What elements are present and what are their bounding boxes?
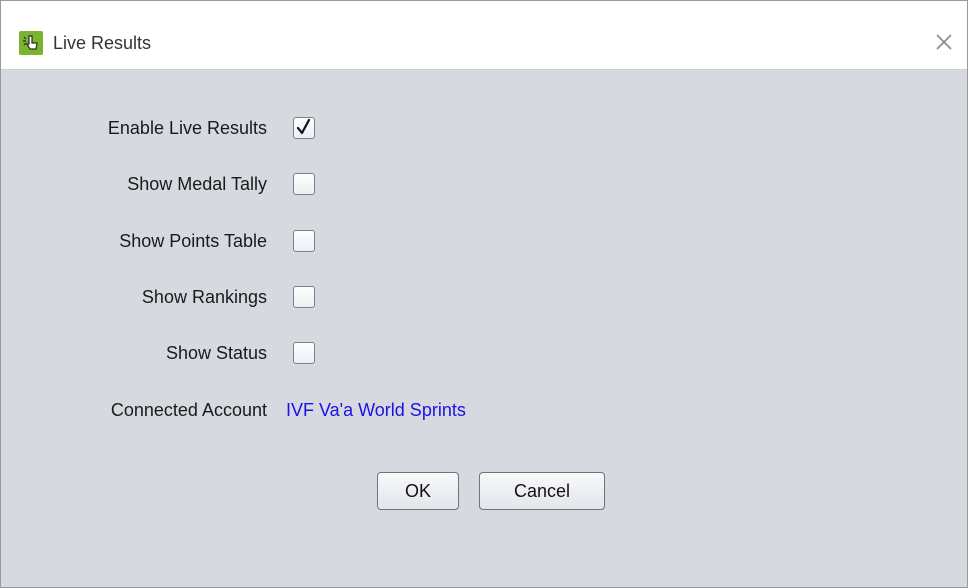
connected-account-label: Connected Account bbox=[110, 400, 267, 420]
ok-button[interactable]: OK bbox=[377, 472, 459, 510]
live-results-app-icon bbox=[19, 31, 43, 55]
close-icon[interactable] bbox=[931, 29, 957, 55]
dialog-content: Enable Live Results Show Medal Tally Sho… bbox=[1, 70, 967, 587]
checkbox-show-medal-tally[interactable] bbox=[293, 173, 315, 195]
checkbox-show-rankings[interactable] bbox=[293, 286, 315, 308]
cancel-button[interactable]: Cancel bbox=[479, 472, 605, 510]
checkbox-show-points-table[interactable] bbox=[293, 230, 315, 252]
live-results-dialog: Live Results Enable Live Results Show Me… bbox=[0, 0, 968, 588]
option-label-show-medal-tally: Show Medal Tally bbox=[127, 174, 267, 194]
checkbox-enable-live-results[interactable] bbox=[293, 117, 315, 139]
option-label-show-status: Show Status bbox=[165, 343, 267, 363]
option-label-show-points-table: Show Points Table bbox=[119, 231, 267, 251]
title-bar: Live Results bbox=[1, 1, 967, 70]
window-title: Live Results bbox=[53, 33, 152, 53]
checkbox-show-status[interactable] bbox=[293, 342, 315, 364]
option-label-enable-live-results: Enable Live Results bbox=[107, 118, 267, 138]
option-label-show-rankings: Show Rankings bbox=[141, 287, 267, 307]
connected-account-link[interactable]: IVF Va'a World Sprints bbox=[286, 398, 466, 422]
